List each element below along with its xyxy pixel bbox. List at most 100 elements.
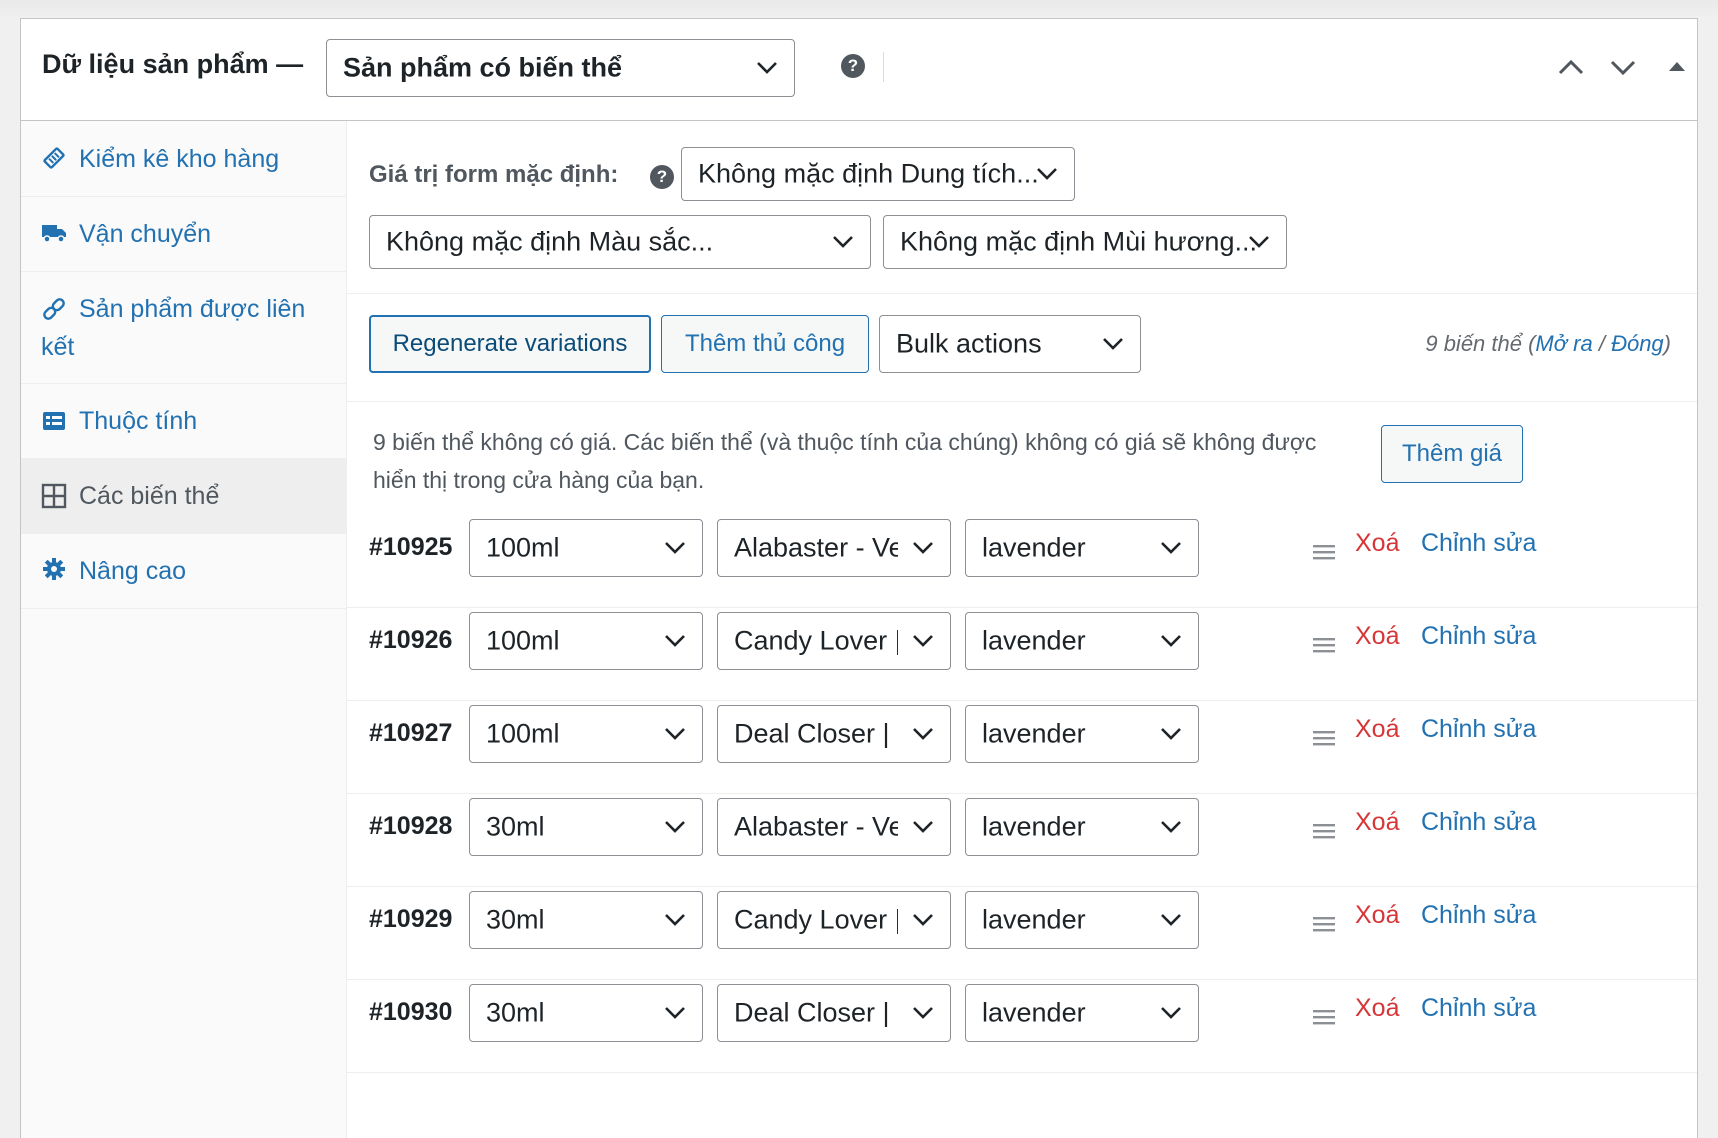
variation-color-select[interactable]: Deal Closer | M (717, 705, 951, 763)
help-icon[interactable]: ? (841, 54, 865, 78)
tab-inventory[interactable]: Kiểm kê kho hàng (21, 121, 347, 197)
chevron-down-icon (912, 913, 934, 927)
edit-variation-link[interactable]: Chỉnh sửa (1421, 715, 1536, 744)
chevron-down-icon (664, 727, 686, 741)
variation-capacity-select[interactable]: 100ml (469, 705, 703, 763)
tab-advanced-label: Nâng cao (79, 557, 187, 585)
count-slash: / (1592, 331, 1612, 356)
tab-linked-products[interactable]: Sản phẩm được liên kết (21, 272, 347, 384)
variation-scent-value: lavender (982, 811, 1086, 842)
variation-capacity-select[interactable]: 30ml (469, 798, 703, 856)
tab-advanced[interactable]: Nâng cao (21, 534, 347, 609)
page-top-shade (0, 0, 1718, 18)
default-color-select[interactable]: Không mặc định Màu sắc... (369, 215, 871, 269)
variation-scent-select[interactable]: lavender (965, 519, 1199, 577)
variation-scent-select[interactable]: lavender (965, 891, 1199, 949)
tab-shipping-label: Vận chuyển (79, 220, 212, 248)
variation-row[interactable]: #10925 100ml Alabaster - Very lavender X… (347, 515, 1697, 608)
variation-capacity-value: 30ml (486, 904, 545, 935)
collapse-toggle-icon[interactable] (1659, 49, 1695, 85)
variation-count: 9 biến thể (Mở ra / Đóng) (1425, 331, 1671, 357)
delete-variation-link[interactable]: Xoá (1355, 715, 1399, 744)
chevron-down-icon (832, 235, 854, 249)
variation-color-value: Deal Closer | M (734, 718, 898, 749)
drag-handle-icon[interactable] (1313, 636, 1335, 654)
tab-inventory-label: Kiểm kê kho hàng (79, 145, 280, 173)
product-data-panel: Dữ liệu sản phẩm — Sản phẩm có biến thể … (20, 18, 1698, 1138)
variation-capacity-select[interactable]: 30ml (469, 984, 703, 1042)
tab-shipping[interactable]: Vận chuyển (21, 197, 347, 272)
drag-handle-icon[interactable] (1313, 543, 1335, 561)
edit-variation-link[interactable]: Chỉnh sửa (1421, 994, 1536, 1023)
delete-variation-link[interactable]: Xoá (1355, 529, 1399, 558)
variation-color-value: Alabaster - Very (734, 532, 898, 563)
regenerate-variations-button[interactable]: Regenerate variations (369, 315, 651, 373)
chevron-down-icon (1160, 1006, 1182, 1020)
panel-header: Dữ liệu sản phẩm — Sản phẩm có biến thể … (21, 19, 1697, 121)
add-price-button[interactable]: Thêm giá (1381, 425, 1523, 483)
variation-color-select[interactable]: Candy Lover | P (717, 891, 951, 949)
edit-variation-link[interactable]: Chỉnh sửa (1421, 622, 1536, 651)
drag-handle-icon[interactable] (1313, 822, 1335, 840)
chevron-down-icon (1102, 337, 1124, 351)
variation-scent-value: lavender (982, 532, 1086, 563)
variation-row[interactable]: #10928 30ml Alabaster - Very lavender Xo… (347, 794, 1697, 887)
variation-color-select[interactable]: Candy Lover | P (717, 612, 951, 670)
delete-variation-link[interactable]: Xoá (1355, 622, 1399, 651)
delete-variation-link[interactable]: Xoá (1355, 901, 1399, 930)
edit-variation-link[interactable]: Chỉnh sửa (1421, 808, 1536, 837)
help-icon[interactable]: ? (650, 165, 674, 189)
chevron-down-icon (912, 541, 934, 555)
no-price-notice: 9 biến thể không có giá. Các biến thể (v… (373, 429, 1317, 493)
variation-row[interactable]: #10926 100ml Candy Lover | P lavender Xo… (347, 608, 1697, 701)
variation-scent-select[interactable]: lavender (965, 612, 1199, 670)
tab-variations-label: Các biến thể (79, 482, 220, 510)
panel-title: Dữ liệu sản phẩm — (42, 49, 304, 79)
variation-capacity-select[interactable]: 100ml (469, 519, 703, 577)
variation-color-select[interactable]: Alabaster - Very (717, 798, 951, 856)
variation-color-value: Alabaster - Very (734, 811, 898, 842)
variation-color-select[interactable]: Deal Closer | M (717, 984, 951, 1042)
chevron-down-icon (912, 1006, 934, 1020)
variations-panel: Giá trị form mặc định: ? Không mặc định … (347, 121, 1697, 1138)
inventory-tag-icon (41, 145, 67, 171)
tab-attributes[interactable]: Thuộc tính (21, 384, 347, 459)
collapse-all-link[interactable]: Đóng (1611, 331, 1664, 356)
delete-variation-link[interactable]: Xoá (1355, 808, 1399, 837)
variation-color-select[interactable]: Alabaster - Very (717, 519, 951, 577)
drag-handle-icon[interactable] (1313, 1008, 1335, 1026)
variation-row[interactable]: #10927 100ml Deal Closer | M lavender Xo… (347, 701, 1697, 794)
variation-id: #10930 (369, 998, 453, 1026)
move-up-icon[interactable] (1553, 49, 1589, 85)
variation-row[interactable]: #10930 30ml Deal Closer | M lavender Xoá… (347, 980, 1697, 1073)
variation-capacity-value: 100ml (486, 718, 560, 749)
variation-capacity-select[interactable]: 30ml (469, 891, 703, 949)
variation-scent-select[interactable]: lavender (965, 984, 1199, 1042)
edit-variation-link[interactable]: Chỉnh sửa (1421, 529, 1536, 558)
variation-scent-select[interactable]: lavender (965, 798, 1199, 856)
move-down-icon[interactable] (1605, 49, 1641, 85)
variation-capacity-select[interactable]: 100ml (469, 612, 703, 670)
drag-handle-icon[interactable] (1313, 915, 1335, 933)
chevron-down-icon (1160, 634, 1182, 648)
drag-handle-icon[interactable] (1313, 729, 1335, 747)
add-manually-button[interactable]: Thêm thủ công (661, 315, 869, 373)
tab-linked-products-label: Sản phẩm được liên kết (41, 295, 306, 361)
chevron-down-icon (912, 634, 934, 648)
variation-id: #10925 (369, 533, 453, 561)
default-capacity-value: Không mặc định Dung tích... (698, 158, 1039, 189)
default-capacity-select[interactable]: Không mặc định Dung tích... (681, 147, 1075, 201)
delete-variation-link[interactable]: Xoá (1355, 994, 1399, 1023)
default-scent-select[interactable]: Không mặc định Mùi hương... (883, 215, 1287, 269)
chevron-down-icon (664, 634, 686, 648)
tab-variations[interactable]: Các biến thể (21, 459, 347, 534)
product-type-select[interactable]: Sản phẩm có biến thể (326, 39, 795, 97)
variation-scent-select[interactable]: lavender (965, 705, 1199, 763)
default-scent-value: Không mặc định Mùi hương... (900, 226, 1257, 257)
chevron-down-icon (664, 820, 686, 834)
bulk-actions-select[interactable]: Bulk actions (879, 315, 1141, 373)
expand-all-link[interactable]: Mở ra (1535, 331, 1592, 356)
edit-variation-link[interactable]: Chỉnh sửa (1421, 901, 1536, 930)
variation-capacity-value: 100ml (486, 625, 560, 656)
variation-row[interactable]: #10929 30ml Candy Lover | P lavender Xoá… (347, 887, 1697, 980)
